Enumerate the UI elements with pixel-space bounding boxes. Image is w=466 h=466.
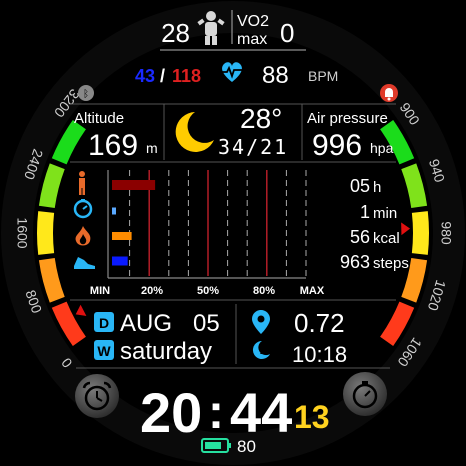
altitude-unit: m [146, 140, 158, 156]
alarm-clock-button[interactable] [75, 374, 119, 418]
watch-face: 3200240016008000 90094098010201060 28 VO… [1, 1, 465, 465]
date-month: AUG [120, 310, 172, 337]
distance-value: 0.72 [294, 308, 345, 338]
step-count-top: 28 [161, 18, 190, 48]
gauge-segment [36, 211, 55, 255]
altitude-value: 169 [88, 129, 138, 162]
gauge-segment [411, 211, 429, 255]
svg-text:W: W [97, 343, 111, 359]
heart-unit: BPM [308, 68, 338, 84]
weather-range: 34/21 [218, 135, 288, 159]
activity-bar [112, 232, 132, 240]
date-weekday: saturday [120, 338, 212, 365]
svg-text:ᛒ: ᛒ [83, 89, 89, 100]
altitude-label: Altitude [74, 110, 124, 127]
activity-unit: min [373, 205, 397, 222]
vo2-label-top: VO2 [237, 13, 269, 30]
clock-colon: : [208, 386, 224, 439]
battery-value: 80 [237, 437, 256, 456]
pressure-unit: hpa [370, 140, 394, 156]
heart-max: 118 [172, 66, 201, 86]
heart-slash: / [160, 66, 165, 86]
clock-seconds: 13 [294, 399, 330, 435]
svg-text:z: z [260, 347, 264, 356]
activity-axis-label: MIN [90, 285, 110, 297]
pressure-label: Air pressure [307, 110, 388, 127]
activity-value: 56 [350, 227, 370, 247]
gauge-tick-label: 1600 [14, 217, 30, 248]
vo2-label-bottom: max [237, 31, 267, 48]
activity-bar [112, 180, 156, 190]
activity-value: 05 [350, 176, 370, 196]
date-day: 05 [193, 310, 220, 337]
heart-bpm: 88 [262, 62, 289, 89]
clock-minutes: 44 [230, 381, 292, 444]
activity-unit: steps [373, 255, 409, 272]
timer-button[interactable] [343, 372, 387, 416]
activity-axis-label: 80% [253, 285, 275, 297]
activity-value: 963 [340, 252, 370, 272]
vo2-value: 0 [280, 18, 294, 48]
pressure-value: 996 [312, 129, 362, 162]
activity-unit: h [373, 179, 381, 196]
moon-time: 10:18 [292, 342, 347, 367]
svg-text:D: D [99, 315, 109, 331]
weather-temp: 28° [240, 103, 282, 134]
activity-bar [112, 207, 116, 215]
activity-axis-label: 20% [141, 285, 163, 297]
activity-bar [112, 256, 128, 266]
gauge-tick-label: 980 [438, 221, 454, 245]
clock-hours: 20 [140, 381, 202, 444]
activity-axis-label: 50% [197, 285, 219, 297]
activity-axis-label: MAX [300, 285, 325, 297]
heart-min: 43 [135, 66, 155, 86]
activity-value: 1 [360, 202, 370, 222]
activity-unit: kcal [373, 230, 400, 247]
